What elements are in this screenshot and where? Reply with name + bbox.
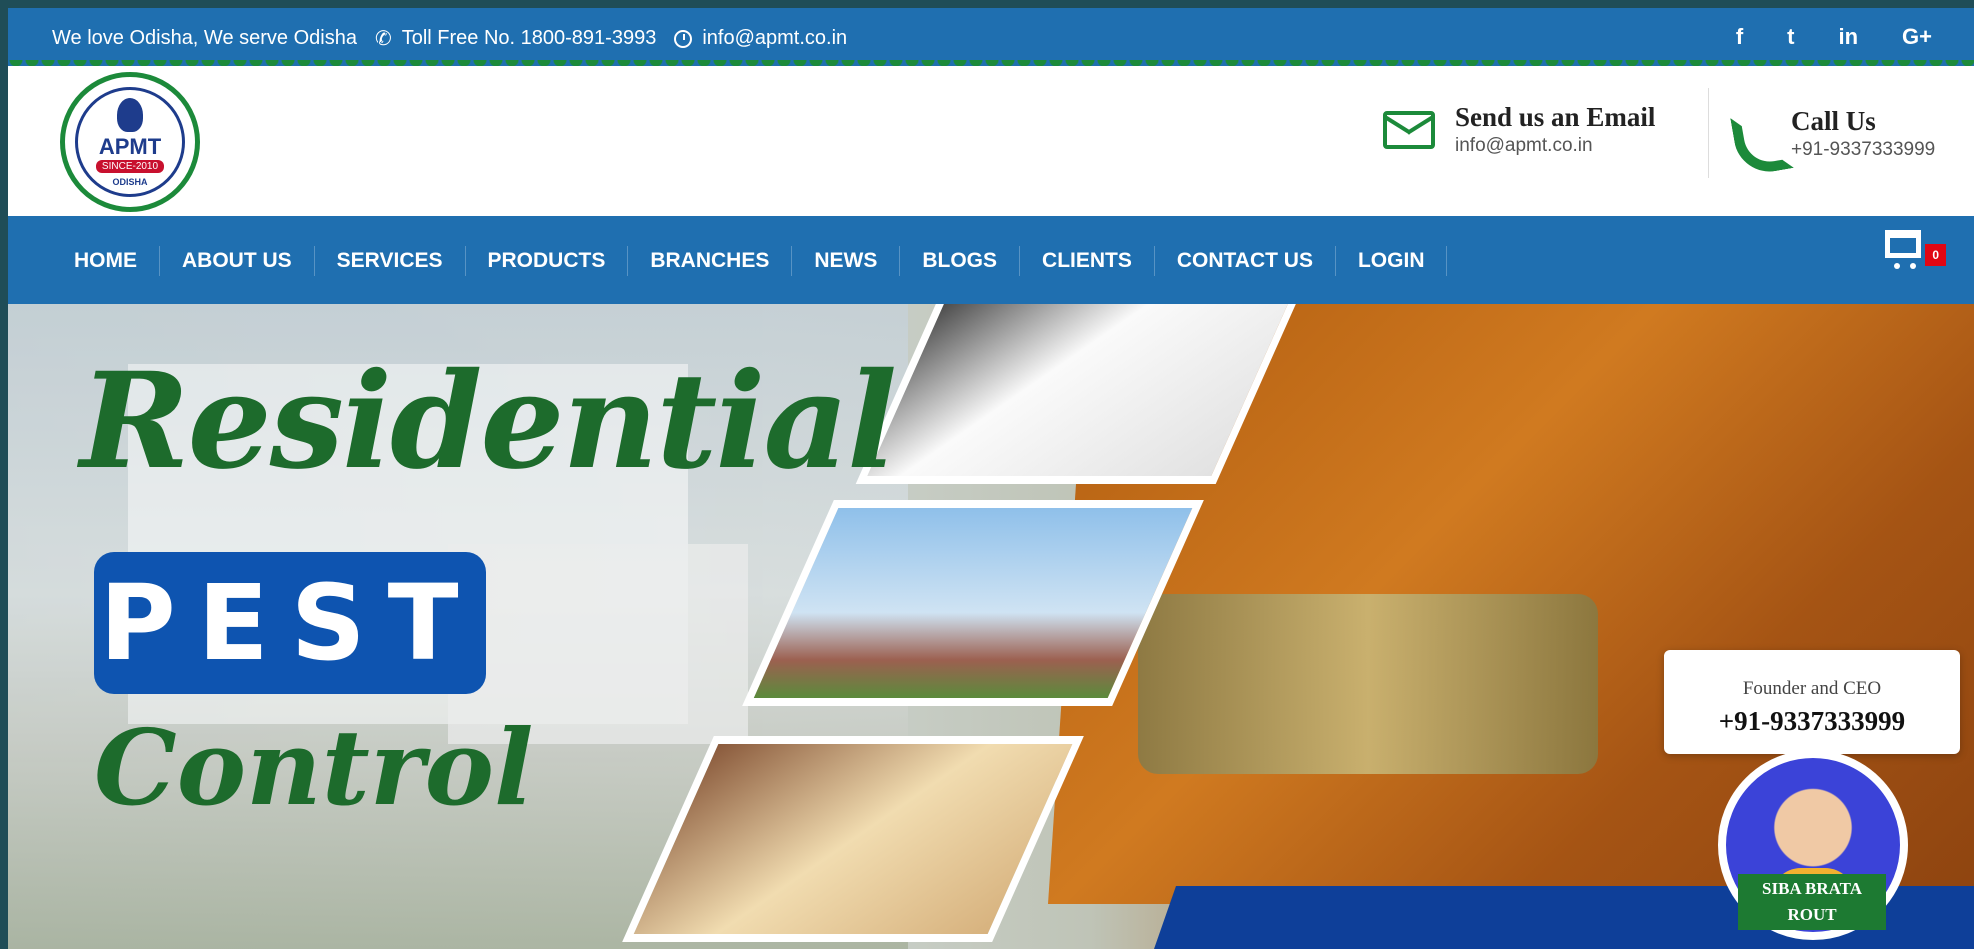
hero-subline: Control [94, 706, 534, 829]
ceo-phone: +91-9337333999 [1718, 706, 1906, 736]
nav-contact-us[interactable]: CONTACT US [1155, 246, 1336, 276]
linkedin-icon[interactable]: in [1838, 24, 1858, 50]
phone-handset-icon [1731, 111, 1771, 155]
site-logo[interactable]: APMT SINCE-2010 ODISHA [60, 72, 200, 212]
nav-news[interactable]: NEWS [792, 246, 901, 276]
email-title: Send us an Email [1455, 102, 1656, 132]
hero-headline: Residential [80, 344, 897, 499]
cart-button[interactable]: 0 [1885, 230, 1946, 269]
nav-services[interactable]: SERVICES [315, 246, 466, 276]
cart-icon [1885, 230, 1922, 269]
tollfree-info: ✆ Toll Free No. 1800-891-3993 [374, 27, 657, 50]
hero-pest-badge: PEST [94, 552, 486, 694]
ceo-contact-card[interactable]: Founder and CEO +91-9337333999 [1664, 650, 1960, 754]
nav-home[interactable]: HOME [60, 246, 160, 276]
clock-icon [674, 29, 693, 48]
main-navigation: HOME ABOUT US SERVICES PRODUCTS BRANCHES… [8, 216, 1974, 304]
email-contact[interactable]: Send us an Email info@apmt.co.in [1383, 102, 1655, 157]
ceo-role: Founder and CEO [1742, 678, 1882, 699]
tagline: We love Odisha, We serve Odisha [52, 27, 357, 49]
logo-place: ODISHA [112, 176, 148, 187]
cabinet-hinge-image [1138, 594, 1598, 774]
logo-since: SINCE-2010 [95, 159, 165, 173]
top-bar: We love Odisha, We serve Odisha ✆ Toll F… [8, 8, 1974, 72]
email-value: info@apmt.co.in [1455, 135, 1593, 156]
twitter-icon[interactable]: t [1787, 24, 1794, 50]
ceo-name-tag: SIBA BRATA ROUT [1738, 874, 1886, 930]
call-value: +91-9337333999 [1791, 138, 1936, 160]
google-plus-icon[interactable]: G+ [1902, 24, 1932, 50]
logo-abbr: APMT [98, 133, 162, 159]
nav-about-us[interactable]: ABOUT US [160, 246, 315, 276]
nav-branches[interactable]: BRANCHES [628, 246, 793, 276]
email-info[interactable]: info@apmt.co.in [674, 27, 847, 50]
nav-login[interactable]: LOGIN [1336, 246, 1448, 276]
call-title: Call Us [1791, 105, 1876, 136]
call-contact[interactable]: Call Us +91-9337333999 [1708, 88, 1935, 178]
cart-count-badge: 0 [1925, 244, 1946, 266]
nav-blogs[interactable]: BLOGS [900, 246, 1021, 276]
envelope-icon [1383, 110, 1435, 149]
facebook-icon[interactable]: f [1736, 24, 1743, 50]
hero-banner: Residential PEST Control [8, 304, 1974, 949]
site-header: APMT SINCE-2010 ODISHA Send us an Email … [8, 66, 1974, 216]
phone-icon: ✆ [374, 28, 392, 50]
bug-icon [117, 97, 143, 132]
nav-products[interactable]: PRODUCTS [466, 246, 629, 276]
nav-clients[interactable]: CLIENTS [1020, 246, 1155, 276]
